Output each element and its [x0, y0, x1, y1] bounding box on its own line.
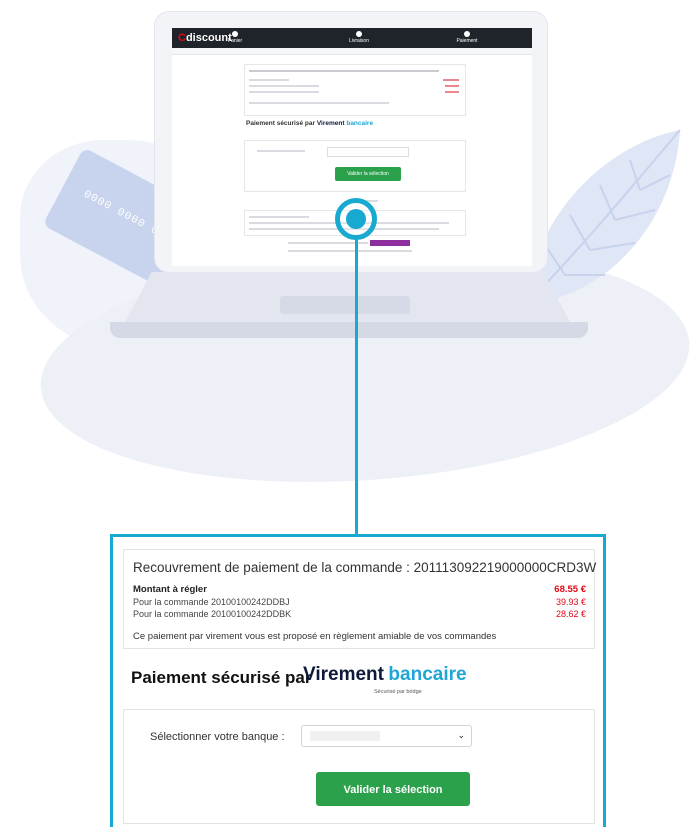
bank-selection-box: Sélectionner votre banque : ⌄ Valider la…	[123, 709, 595, 824]
mini-secure-title: Paiement sécurisé par Virement bancaire	[246, 120, 374, 127]
recap-note: Ce paiement par virement vous est propos…	[133, 631, 497, 642]
mini-recap-box	[244, 64, 466, 116]
chevron-down-icon: ⌄	[457, 730, 465, 740]
amount-total: 68.55 €	[554, 584, 586, 595]
brand-virement: Virement	[303, 664, 384, 685]
checkout-step: Paiement	[450, 31, 484, 44]
category-bar	[172, 48, 532, 55]
order-amount: 39.93 €	[555, 597, 586, 607]
validate-selection-button[interactable]: Valider la sélection	[316, 772, 470, 806]
checkout-step: Panier	[218, 31, 252, 44]
amount-label: Montant à régler	[133, 584, 207, 595]
recap-title: Recouvrement de paiement de la commande …	[133, 560, 597, 575]
bank-select-value	[310, 731, 380, 741]
virement-bancaire-logo: Virement bancaire Sécurisé par bridge	[303, 664, 467, 695]
bank-select-label: Sélectionner votre banque :	[150, 731, 285, 743]
order-recap-box: Recouvrement de paiement de la commande …	[123, 549, 597, 649]
secure-payment-title: Paiement sécurisé par	[131, 668, 312, 687]
mini-bank-box: Valider la sélection	[244, 140, 466, 192]
zoom-connector-line	[355, 238, 358, 534]
order-line: Pour la commande 20100100242DDBK	[133, 609, 292, 619]
site-header: Cdiscount Panier Livraison Paiement	[172, 28, 532, 48]
laptop-touchpad	[280, 296, 410, 314]
order-amount: 28.62 €	[555, 609, 586, 619]
brand-subtitle: Sécurisé par bridge	[374, 689, 422, 695]
magnifier-dot	[346, 209, 366, 229]
checkout-step: Livraison	[342, 31, 376, 44]
bank-select[interactable]: ⌄	[301, 725, 472, 747]
mini-validate-button: Valider la sélection	[335, 167, 401, 181]
order-line: Pour la commande 20100100242DDBJ	[133, 597, 290, 607]
laptop-base-edge	[110, 322, 588, 338]
brand-bancaire: bancaire	[388, 664, 467, 685]
zoomed-payment-panel: Recouvrement de paiement de la commande …	[110, 534, 606, 827]
